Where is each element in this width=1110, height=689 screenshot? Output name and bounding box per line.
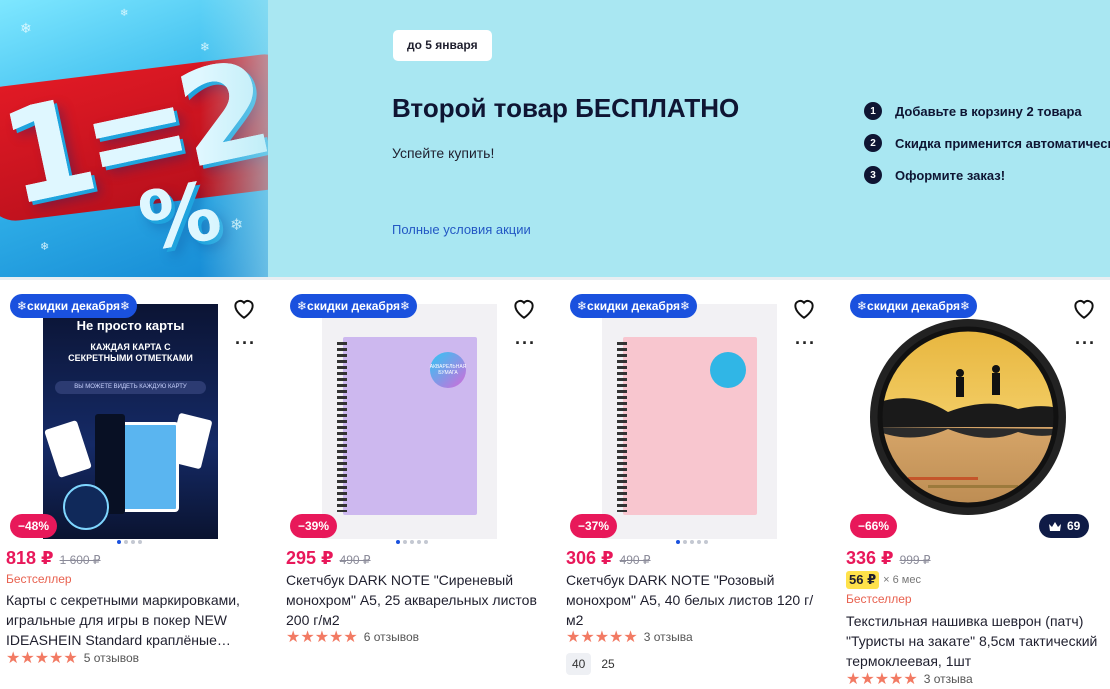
promo-chip: ❄скидки декабря❄ xyxy=(290,294,418,318)
step-number: 3 xyxy=(864,166,882,184)
image-pager-dots[interactable] xyxy=(117,540,142,544)
patch-illustration xyxy=(870,319,1066,515)
size-option[interactable]: 40 xyxy=(566,653,592,675)
price: 306 ₽ xyxy=(566,548,614,568)
reviews-count: 3 отзыва xyxy=(643,630,693,644)
image-headline: Не просто карты xyxy=(76,318,185,333)
rating-stars-icon: ★★★★★ xyxy=(286,629,358,646)
step-number: 2 xyxy=(864,134,882,152)
old-price: 1 600 ₽ xyxy=(59,553,101,567)
price-row: 336 ₽ 999 ₽ xyxy=(846,548,931,569)
more-options-icon[interactable]: ··· xyxy=(235,334,256,352)
product-title[interactable]: Скетчбук DARK NOTE "Розовый монохром" А5… xyxy=(566,570,818,630)
reviews-count: 5 отзывов xyxy=(83,651,140,665)
step-text: Скидка применится автоматически xyxy=(895,135,1110,151)
product-image[interactable] xyxy=(560,294,820,539)
rating[interactable]: ★★★★★ 3 отзыва xyxy=(566,627,693,647)
favorite-heart-icon[interactable] xyxy=(511,296,537,320)
promo-step: 2 Скидка применится автоматически xyxy=(864,127,1110,159)
installment-term: × 6 мес xyxy=(883,574,921,586)
image-subtitle: КАЖДАЯ КАРТА С СЕКРЕТНЫМИ ОТМЕТКАМИ xyxy=(68,342,193,363)
rating-badge: 69 xyxy=(1039,514,1090,538)
product-title[interactable]: Карты с секретными маркировками, игральн… xyxy=(6,590,258,650)
product-title[interactable]: Текстильная нашивка шеврон (патч) "Турис… xyxy=(846,611,1098,671)
rating-stars-icon: ★★★★★ xyxy=(6,650,78,667)
old-price: 490 ₽ xyxy=(619,553,651,567)
reviews-count: 3 отзыва xyxy=(923,672,973,686)
promo-subtitle: Успейте купить! xyxy=(392,145,495,161)
promo-step: 1 Добавьте в корзину 2 товара xyxy=(864,95,1110,127)
promo-banner[interactable]: ❄ ❄ ❄ ❄ ❄ 1=2 % до 5 января Второй товар… xyxy=(0,0,1110,277)
product-card[interactable]: АКВАРЕЛЬНАЯ БУМАГА ❄скидки декабря❄ ··· … xyxy=(280,280,540,689)
rating[interactable]: ★★★★★ 3 отзыва xyxy=(846,669,973,689)
rating[interactable]: ★★★★★ 6 отзывов xyxy=(286,627,419,647)
promo-date-chip: до 5 января xyxy=(393,30,492,61)
step-text: Оформите заказ! xyxy=(895,167,1006,183)
size-options: 40 25 xyxy=(566,653,619,675)
price-row: 295 ₽ 490 ₽ xyxy=(286,548,371,569)
more-options-icon[interactable]: ··· xyxy=(1075,334,1096,352)
old-price: 999 ₽ xyxy=(899,553,931,567)
price: 295 ₽ xyxy=(286,548,334,568)
product-card[interactable]: ❄скидки декабря❄ ··· −66% 69 336 ₽ 999 ₽… xyxy=(840,280,1100,689)
promo-steps: 1 Добавьте в корзину 2 товара 2 Скидка п… xyxy=(864,95,1110,191)
image-pager-dots[interactable] xyxy=(676,540,708,544)
bestseller-label: Бестселлер xyxy=(846,592,912,606)
more-options-icon[interactable]: ··· xyxy=(515,334,536,352)
favorite-heart-icon[interactable] xyxy=(231,296,257,320)
discount-badge: −37% xyxy=(570,514,618,538)
promo-chip: ❄скидки декабря❄ xyxy=(10,294,138,318)
promo-title: Второй товар БЕСПЛАТНО xyxy=(392,93,740,123)
crown-icon xyxy=(1049,521,1061,531)
image-caption: ВЫ МОЖЕТЕ ВИДЕТЬ КАЖДУЮ КАРТУ xyxy=(55,381,206,394)
favorite-heart-icon[interactable] xyxy=(791,296,817,320)
product-card[interactable]: Не просто карты КАЖДАЯ КАРТА С СЕКРЕТНЫМ… xyxy=(0,280,260,689)
rating[interactable]: ★★★★★ 5 отзывов xyxy=(6,648,139,668)
rating-stars-icon: ★★★★★ xyxy=(566,629,638,646)
promo-chip: ❄скидки декабря❄ xyxy=(570,294,698,318)
price-row: 306 ₽ 490 ₽ xyxy=(566,548,651,569)
installment-price: 56 ₽ xyxy=(846,571,880,589)
price: 818 ₽ xyxy=(6,548,54,568)
promo-conditions-link[interactable]: Полные условия акции xyxy=(392,222,531,237)
installment[interactable]: 56 ₽ × 6 мес xyxy=(846,571,921,589)
promo-chip: ❄скидки декабря❄ xyxy=(850,294,978,318)
size-option[interactable]: 25 xyxy=(597,653,618,675)
discount-badge: −39% xyxy=(290,514,338,538)
product-image[interactable] xyxy=(840,294,1100,539)
product-image[interactable]: Не просто карты КАЖДАЯ КАРТА С СЕКРЕТНЫМ… xyxy=(0,294,260,539)
step-number: 1 xyxy=(864,102,882,120)
price-row: 818 ₽ 1 600 ₽ xyxy=(6,548,101,569)
old-price: 490 ₽ xyxy=(339,553,371,567)
product-title[interactable]: Скетчбук DARK NOTE "Сиреневый монохром" … xyxy=(286,570,538,630)
image-pager-dots[interactable] xyxy=(396,540,428,544)
price: 336 ₽ xyxy=(846,548,894,568)
product-card[interactable]: ❄скидки декабря❄ ··· −37% 306 ₽ 490 ₽ Ск… xyxy=(560,280,820,689)
rating-stars-icon: ★★★★★ xyxy=(846,671,918,688)
more-options-icon[interactable]: ··· xyxy=(795,334,816,352)
bestseller-label: Бестселлер xyxy=(6,572,72,586)
reviews-count: 6 отзывов xyxy=(363,630,420,644)
discount-badge: −66% xyxy=(850,514,898,538)
favorite-heart-icon[interactable] xyxy=(1071,296,1097,320)
notebook-sticker: АКВАРЕЛЬНАЯ БУМАГА xyxy=(430,352,466,388)
promo-step: 3 Оформите заказ! xyxy=(864,159,1110,191)
step-text: Добавьте в корзину 2 товара xyxy=(895,103,1082,119)
product-image[interactable]: АКВАРЕЛЬНАЯ БУМАГА xyxy=(280,294,540,539)
discount-badge: −48% xyxy=(10,514,58,538)
rating-badge-value: 69 xyxy=(1067,519,1081,533)
